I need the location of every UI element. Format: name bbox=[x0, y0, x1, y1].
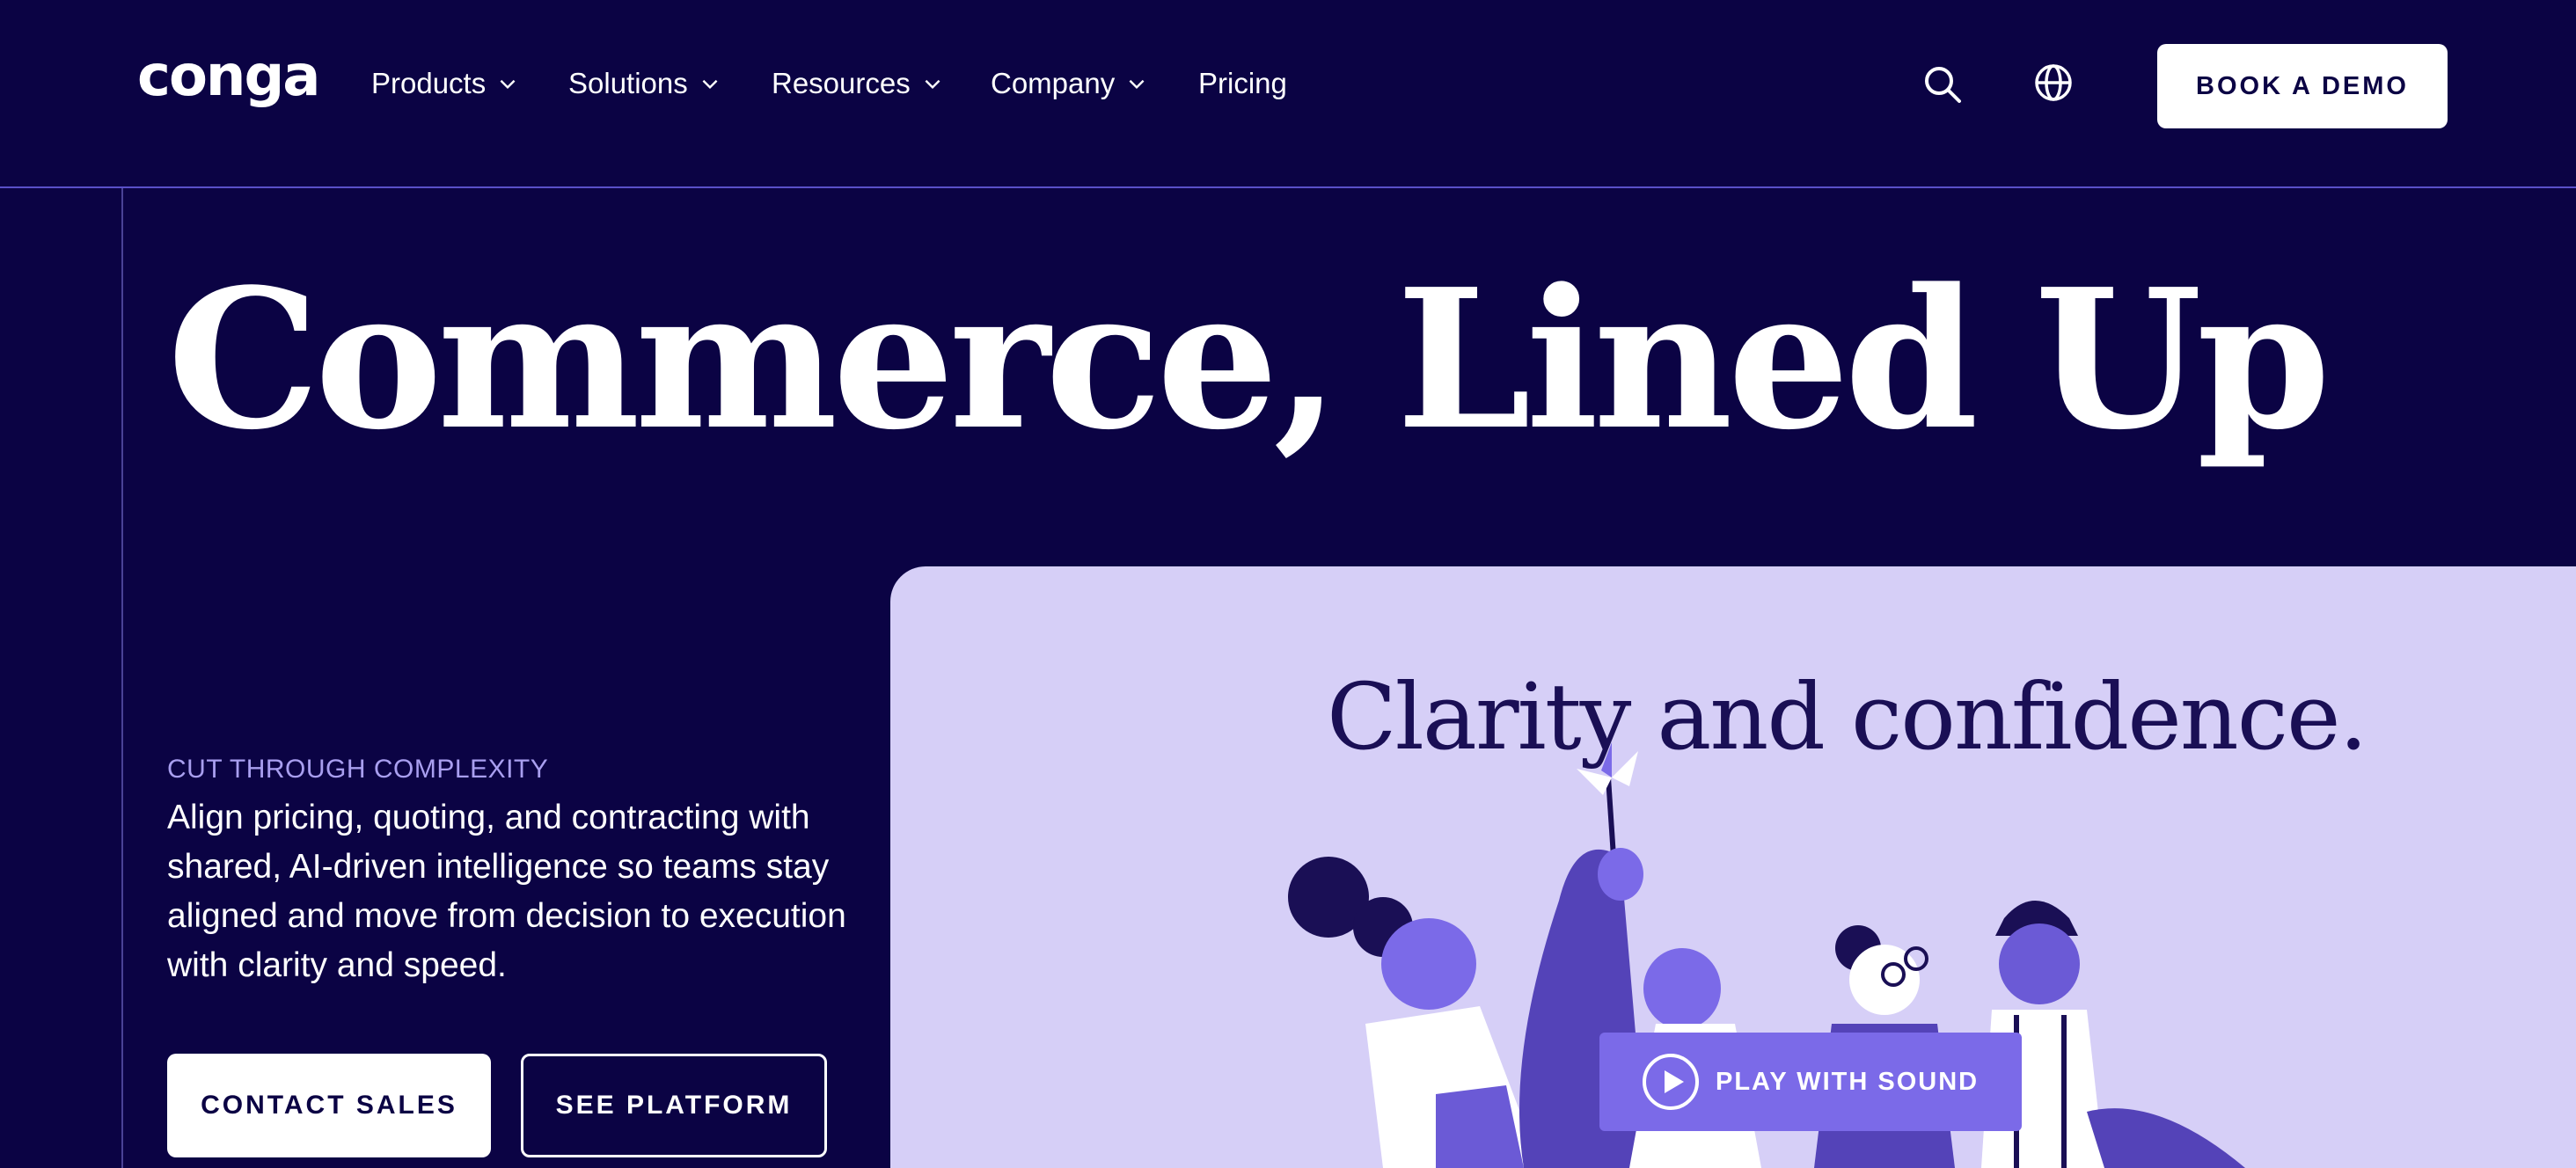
chevron-down-icon bbox=[925, 79, 940, 90]
vertical-divider bbox=[121, 188, 123, 1168]
contact-sales-button[interactable]: CONTACT SALES bbox=[167, 1054, 491, 1157]
nav-item-label: Pricing bbox=[1198, 67, 1287, 99]
play-with-sound-button[interactable]: PLAY WITH SOUND bbox=[1599, 1033, 2022, 1131]
play-label: PLAY WITH SOUND bbox=[1716, 1067, 1980, 1096]
hero-title: Commerce, Lined Up bbox=[167, 247, 2331, 472]
site-header: conga Products Solutions Resources Compa… bbox=[0, 0, 2576, 188]
video-headline: Clarity and confidence. bbox=[1327, 663, 2368, 770]
nav-item-company[interactable]: Company bbox=[991, 67, 1148, 100]
conga-logo[interactable]: conga bbox=[137, 44, 320, 109]
globe-icon[interactable] bbox=[2032, 62, 2075, 104]
hero-description: Align pricing, quoting, and contracting … bbox=[167, 799, 846, 984]
book-demo-button[interactable]: BOOK A DEMO bbox=[2157, 44, 2448, 128]
nav-item-label: Company bbox=[991, 67, 1116, 99]
nav-item-resources[interactable]: Resources bbox=[772, 67, 944, 100]
play-icon bbox=[1643, 1054, 1699, 1110]
video-card[interactable]: Clarity and confidence. PLAY WITH SOUND bbox=[890, 566, 2576, 1168]
nav-item-products[interactable]: Products bbox=[371, 67, 519, 100]
nav-item-label: Resources bbox=[772, 67, 911, 99]
chevron-down-icon bbox=[500, 79, 516, 90]
nav-item-pricing[interactable]: Pricing bbox=[1198, 67, 1287, 100]
chevron-down-icon bbox=[702, 79, 718, 90]
see-platform-button[interactable]: SEE PLATFORM bbox=[521, 1054, 827, 1157]
hero-eyebrow: CUT THROUGH COMPLEXITY bbox=[167, 755, 549, 784]
chevron-down-icon bbox=[1129, 79, 1145, 90]
nav-item-solutions[interactable]: Solutions bbox=[568, 67, 721, 100]
nav-item-label: Products bbox=[371, 67, 487, 99]
search-icon[interactable] bbox=[1921, 63, 1964, 106]
nav-item-label: Solutions bbox=[568, 67, 688, 99]
